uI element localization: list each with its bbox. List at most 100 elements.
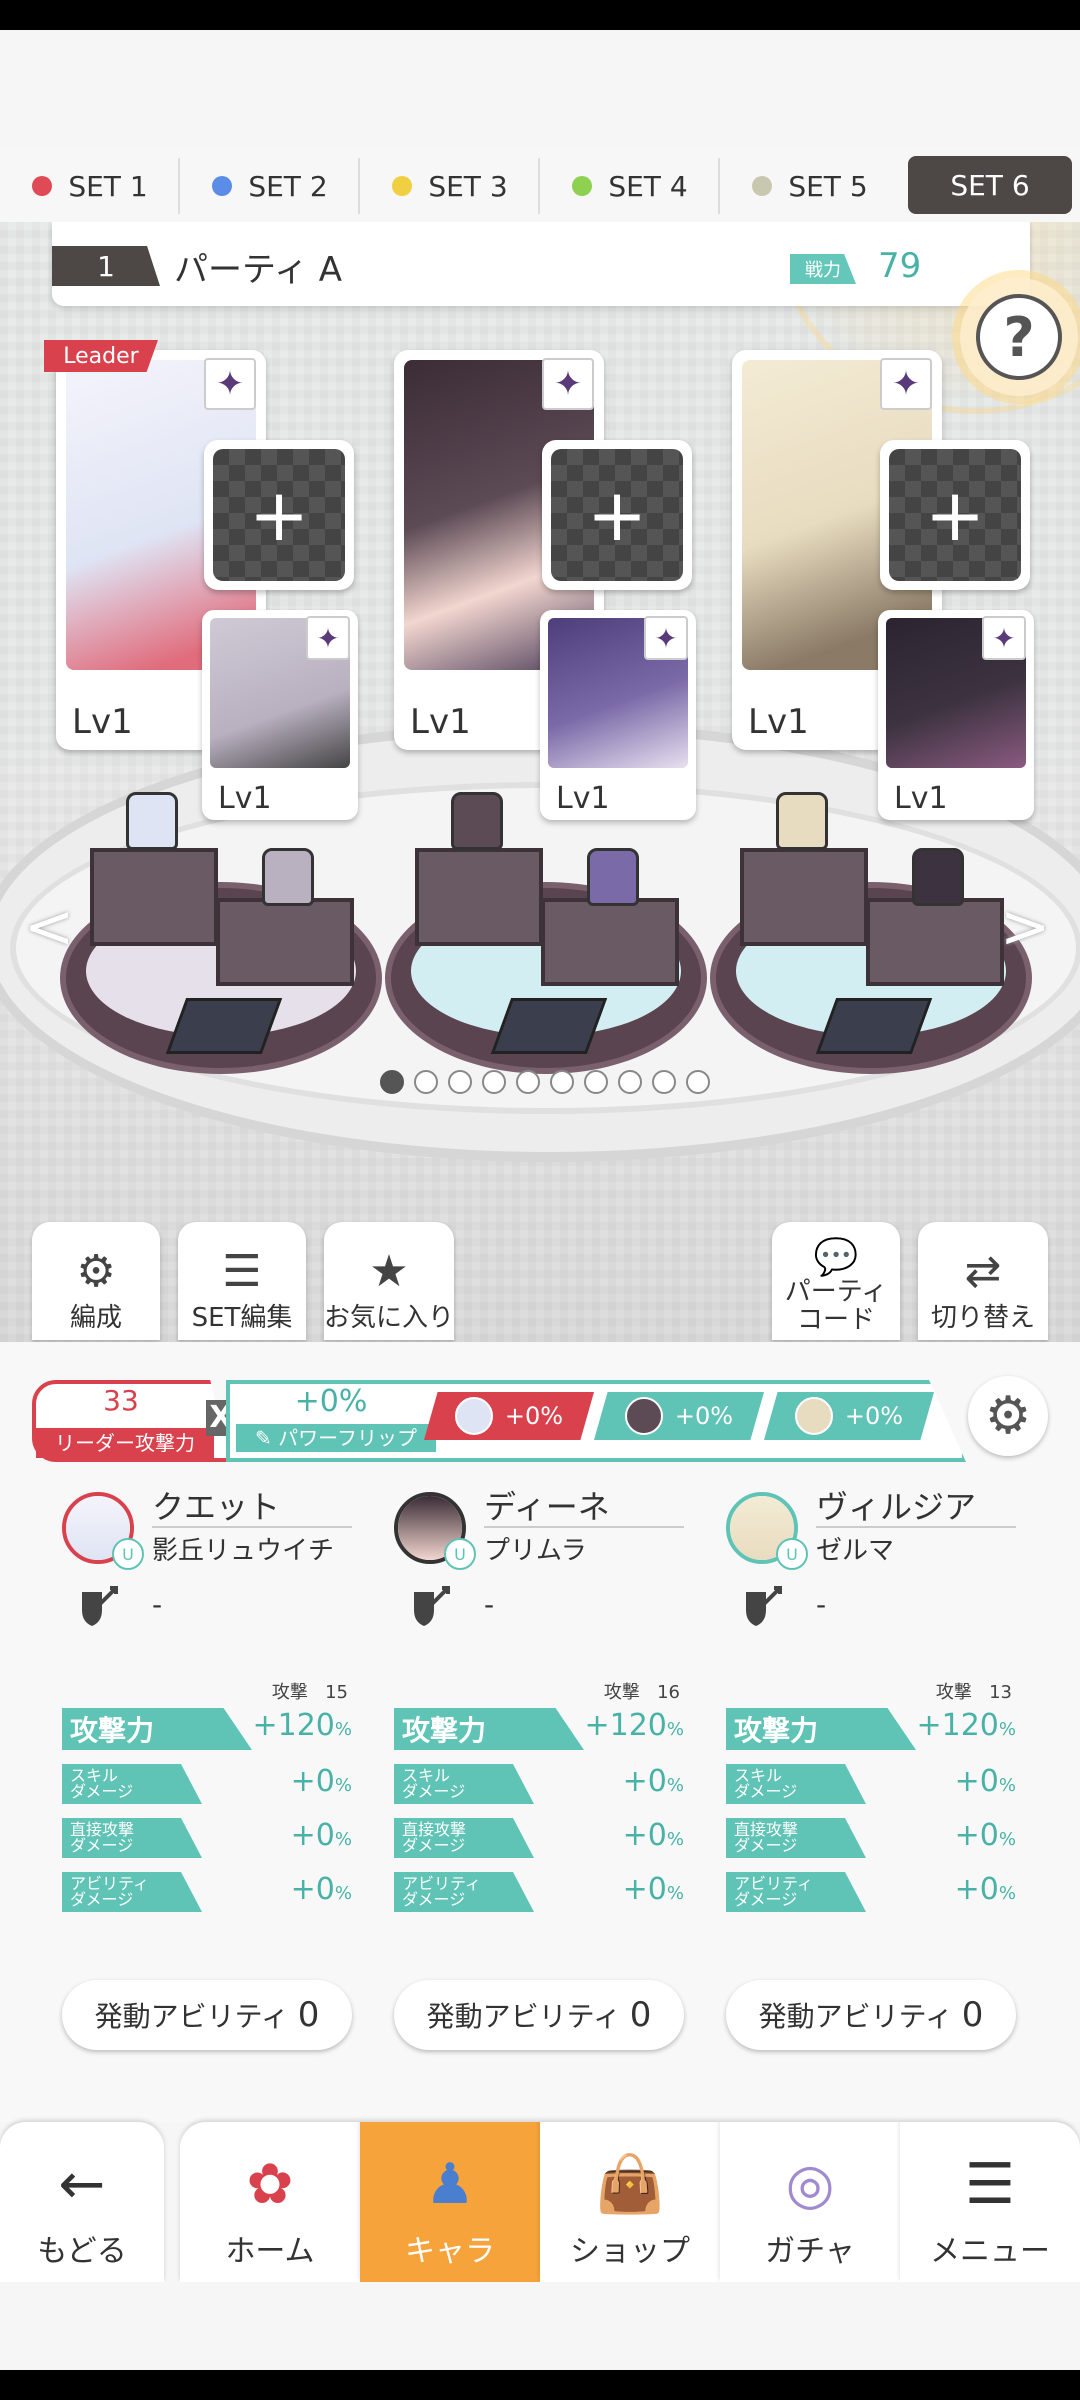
thumbs-up-star-icon: ★ — [369, 1246, 409, 1297]
nav-back[interactable]: ← もどる — [0, 2122, 164, 2282]
ability-button-label: 発動アビリティ — [426, 2000, 621, 2033]
tab-set-4[interactable]: SET 4 — [540, 150, 720, 222]
weapon-name: - — [484, 1588, 495, 1621]
skill-damage-row: スキル ダメージ +0% — [726, 1764, 1016, 1806]
add-weapon-button-2[interactable]: + — [542, 440, 692, 590]
ability-button[interactable]: 発動アビリティ 0 — [394, 1980, 684, 2050]
skill-damage-value: +0% — [955, 1764, 1016, 1799]
carousel-dot[interactable] — [652, 1070, 676, 1094]
base-attack-label: 攻撃 — [603, 1682, 640, 1703]
party-name: パーティ A — [174, 250, 343, 290]
help-button[interactable]: ? — [960, 278, 1078, 396]
character-stats-column-1: U クエット 影丘リュウイチ - 攻撃 15 攻撃力 +120% スキル ダメー… — [62, 1482, 352, 2062]
carousel-dot[interactable] — [448, 1070, 472, 1094]
tab-set-5[interactable]: SET 5 — [720, 150, 900, 222]
carousel-dot[interactable] — [584, 1070, 608, 1094]
party-name-bar[interactable]: 1 パーティ A 戦力 79 — [52, 222, 1030, 306]
button-label: パーティ コード — [784, 1277, 888, 1335]
tab-set-2[interactable]: SET 2 — [180, 150, 360, 222]
ability-button[interactable]: 発動アビリティ 0 — [726, 1980, 1016, 2050]
ability-damage-row: アビリティ ダメージ +0% — [62, 1872, 352, 1914]
weapon-name: - — [816, 1588, 827, 1621]
carousel-dot[interactable] — [516, 1070, 540, 1094]
party-code-button[interactable]: 💬 パーティ コード — [772, 1222, 900, 1340]
party-number: 1 — [52, 246, 160, 286]
ability-button[interactable]: 発動アビリティ 0 — [62, 1980, 352, 2050]
carousel-dot[interactable] — [686, 1070, 710, 1094]
direct-damage-number: +0 — [622, 1818, 667, 1853]
nav-shop[interactable]: 👜 ショップ — [540, 2122, 720, 2282]
ability-count: 0 — [629, 1995, 652, 2035]
list-icon: ☰ — [222, 1246, 262, 1297]
direct-damage-row: 直接攻撃 ダメージ +0% — [62, 1818, 352, 1860]
add-weapon-button-3[interactable]: + — [880, 440, 1030, 590]
ability-damage-row: アビリティ ダメージ +0% — [394, 1872, 684, 1914]
carousel-dot[interactable] — [618, 1070, 642, 1094]
weapon-shield-icon — [82, 1586, 118, 1626]
sub-character-name: ゼルマ — [816, 1536, 895, 1566]
direct-damage-row: 直接攻撃 ダメージ +0% — [726, 1818, 1016, 1860]
nav-gacha[interactable]: ◎ ガチャ — [720, 2122, 900, 2282]
power-flip-label: ✎ パワーフリップ — [236, 1424, 436, 1452]
nav-label: ショップ — [570, 2234, 690, 2269]
tab-set-1[interactable]: SET 1 — [0, 150, 180, 222]
nav-home[interactable]: ✿ ホーム — [180, 2122, 360, 2282]
attack-value: +120% — [916, 1708, 1016, 1743]
attack-value: +120% — [252, 1708, 352, 1743]
skill-damage-label: スキル ダメージ — [62, 1764, 202, 1804]
button-label: 切り替え — [930, 1303, 1035, 1333]
direct-damage-value: +0% — [623, 1818, 684, 1853]
system-nav-bar — [0, 2370, 1080, 2400]
character-stats-column-3: U ヴィルジア ゼルマ - 攻撃 13 攻撃力 +120% スキル ダメージ +… — [726, 1482, 1016, 2062]
home-flowers-icon: ✿ — [246, 2152, 294, 2217]
bottom-padding — [0, 2282, 1080, 2370]
nav-label: キャラ — [405, 2234, 495, 2269]
next-arrow-icon[interactable]: > — [1000, 892, 1050, 962]
ability-damage-unit: % — [666, 1883, 684, 1904]
ability-button-label: 発動アビリティ — [94, 2000, 289, 2033]
skill-damage-label: スキル ダメージ — [726, 1764, 866, 1804]
tab-set-6[interactable]: SET 6 — [908, 156, 1072, 214]
leader-attack-box: 33 リーダー攻撃力 — [32, 1380, 230, 1462]
previous-arrow-icon[interactable]: < — [24, 892, 74, 962]
character-level: Lv1 — [218, 781, 272, 816]
tab-label: SET 1 — [68, 169, 148, 203]
direct-damage-unit: % — [334, 1829, 352, 1850]
skill-damage-unit: % — [666, 1775, 684, 1796]
character-level: Lv1 — [894, 781, 948, 816]
sparkle-icon: ✦ — [204, 358, 256, 410]
sparkle-icon: ✦ — [306, 616, 350, 660]
ability-damage-number: +0 — [290, 1872, 335, 1907]
character-name: ディーネ — [484, 1488, 610, 1526]
ability-button-label: 発動アビリティ — [758, 2000, 953, 2033]
nav-menu[interactable]: ☰ メニュー — [900, 2122, 1080, 2282]
button-label: SET編集 — [191, 1303, 293, 1333]
attack-label: 攻撃力 — [726, 1708, 916, 1750]
sparkle-icon: ✦ — [542, 358, 594, 410]
carousel-dot[interactable] — [380, 1070, 404, 1094]
carousel-dot[interactable] — [482, 1070, 506, 1094]
nav-chara[interactable]: ♟ キャラ — [360, 2122, 540, 2282]
add-weapon-button-1[interactable]: + — [204, 440, 354, 590]
set-3-dot-icon — [392, 176, 413, 196]
tab-set-3[interactable]: SET 3 — [360, 150, 540, 222]
leader-attack-value: 33 — [103, 1384, 139, 1417]
pixel-block — [415, 848, 543, 946]
favorites-button[interactable]: ★ お気に入り — [324, 1222, 454, 1340]
pixel-tile — [165, 998, 283, 1054]
formation-button[interactable]: ⚙ 編成 — [32, 1222, 160, 1340]
character-pedestal-3 — [710, 792, 1032, 1074]
carousel-dot[interactable] — [550, 1070, 574, 1094]
chip-value: +0% — [844, 1402, 904, 1430]
set-edit-button[interactable]: ☰ SET編集 — [178, 1222, 306, 1340]
settings-gear-icon[interactable]: ⚙ — [968, 1376, 1048, 1456]
switch-button[interactable]: ⇄ 切り替え — [918, 1222, 1048, 1340]
attack-row: 攻撃 13 攻撃力 +120% — [726, 1682, 1016, 1750]
weapon-name: - — [152, 1588, 163, 1621]
chibi-sprite — [262, 848, 314, 906]
ability-damage-unit: % — [334, 1883, 352, 1904]
carousel-dot[interactable] — [414, 1070, 438, 1094]
question-icon: ? — [976, 294, 1062, 380]
pixel-block — [866, 898, 1004, 986]
attack-label: 攻撃力 — [62, 1708, 252, 1750]
